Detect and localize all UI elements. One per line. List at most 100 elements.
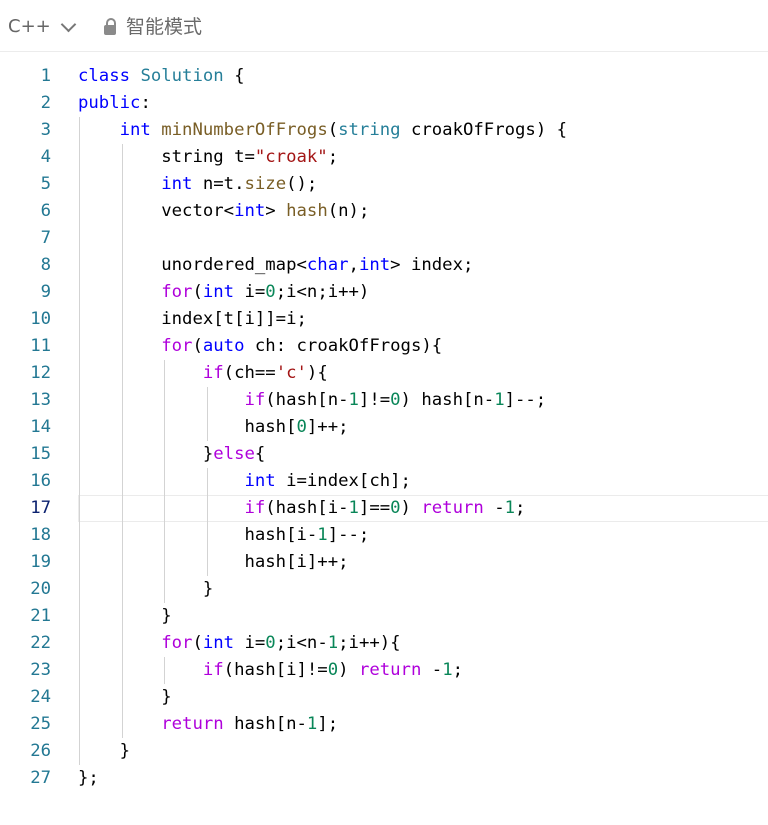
- code-token: (: [327, 120, 339, 140]
- code-token: int: [244, 471, 276, 491]
- line-number: 4: [40, 147, 51, 167]
- code-token: 'c': [275, 363, 307, 383]
- code-line[interactable]: 19 hash[i]++;: [0, 549, 768, 576]
- code-line[interactable]: 18 hash[i-1]--;: [0, 522, 768, 549]
- code-token: }: [78, 687, 172, 707]
- chevron-down-icon[interactable]: [60, 16, 77, 32]
- code-token: ]--;: [504, 390, 547, 410]
- code-token: -: [483, 498, 505, 518]
- code-line[interactable]: 3 int minNumberOfFrogs(string croakOfFro…: [0, 117, 768, 144]
- code-token: int: [202, 633, 235, 653]
- code-token: i=: [234, 282, 266, 302]
- code-token: else: [213, 444, 255, 464]
- code-token: 0: [265, 633, 276, 653]
- code-line[interactable]: 2 public:: [0, 90, 768, 117]
- code-line[interactable]: 11 for(auto ch: croakOfFrogs){: [0, 333, 768, 360]
- line-number: 24: [30, 687, 51, 707]
- line-number: 3: [40, 120, 51, 140]
- code-token: hash[i]++;: [78, 552, 349, 572]
- code-token: (hash[n-: [265, 390, 349, 410]
- line-number: 9: [40, 282, 51, 302]
- code-token: for: [161, 633, 193, 653]
- code-line[interactable]: 25 return hash[n-1];: [0, 711, 768, 738]
- code-text: for(int i=0;i<n-1;i++){: [78, 630, 400, 657]
- code-token: 0: [327, 660, 339, 680]
- line-number: 21: [30, 606, 51, 626]
- code-line[interactable]: 23 if(hash[i]!=0) return -1;: [0, 657, 768, 684]
- code-line[interactable]: 15 }else{: [0, 441, 768, 468]
- code-text: int n=t.size();: [78, 171, 317, 198]
- line-number: 7: [40, 228, 51, 248]
- code-token: ,: [348, 255, 359, 275]
- code-token: }: [78, 444, 214, 464]
- code-line[interactable]: 5 int n=t.size();: [0, 171, 768, 198]
- code-line[interactable]: 8 unordered_map<char,int> index;: [0, 252, 768, 279]
- code-token: return: [161, 714, 224, 734]
- code-text: }: [78, 576, 213, 603]
- code-line[interactable]: 7: [0, 225, 768, 252]
- code-line[interactable]: 14 hash[0]++;: [0, 414, 768, 441]
- code-token: if: [202, 660, 224, 680]
- language-selector[interactable]: C++: [8, 16, 77, 38]
- line-number: 11: [30, 336, 51, 356]
- code-token: ;: [327, 147, 339, 167]
- code-line[interactable]: 26 }: [0, 738, 768, 765]
- code-token: (: [192, 282, 203, 302]
- code-token: ): [338, 660, 359, 680]
- line-number: 1: [40, 66, 51, 86]
- code-token: return: [358, 660, 422, 680]
- code-token: for: [161, 282, 193, 302]
- language-label[interactable]: C++: [8, 16, 51, 38]
- mode-label[interactable]: 智能模式: [126, 16, 202, 38]
- code-token: -: [421, 660, 443, 680]
- code-token: }: [78, 606, 172, 626]
- line-number: 23: [30, 660, 51, 680]
- code-token: for: [161, 336, 193, 356]
- code-token: (hash[i]!=: [223, 660, 328, 680]
- code-line[interactable]: 12 if(ch=='c'){: [0, 360, 768, 387]
- code-token: 1: [494, 390, 505, 410]
- code-token: index[t[i]]=i;: [78, 309, 307, 329]
- code-token: int: [202, 282, 235, 302]
- code-token: 1: [348, 390, 359, 410]
- code-line[interactable]: 27};: [0, 765, 768, 792]
- code-line[interactable]: 1 class Solution {: [0, 63, 768, 90]
- code-line[interactable]: 16 int i=index[ch];: [0, 468, 768, 495]
- code-token: vector<: [78, 201, 235, 221]
- code-text: hash[i-1]--;: [78, 522, 369, 549]
- code-token: 1: [327, 633, 339, 653]
- code-line[interactable]: 13 if(hash[n-1]!=0) hash[n-1]--;: [0, 387, 768, 414]
- code-token: ;i<n;i++): [275, 282, 370, 302]
- code-token: if: [202, 363, 224, 383]
- line-number: 19: [30, 552, 51, 572]
- code-line[interactable]: 21 }: [0, 603, 768, 630]
- code-editor[interactable]: 1 class Solution {2 public: 3 int minNumber…: [0, 63, 768, 792]
- code-text: if(ch=='c'){: [78, 360, 328, 387]
- code-line[interactable]: 10 index[t[i]]=i;: [0, 306, 768, 333]
- code-line[interactable]: 17 if(hash[i-1]==0) return -1;: [0, 495, 768, 522]
- code-line[interactable]: 6 vector<int> hash(n);: [0, 198, 768, 225]
- code-token: int: [161, 174, 193, 194]
- code-token: 1: [348, 498, 359, 518]
- code-token: (hash[i-: [265, 498, 349, 518]
- code-token: ];: [317, 714, 339, 734]
- code-line[interactable]: 4 string t="croak";: [0, 144, 768, 171]
- code-text: unordered_map<char,int> index;: [78, 252, 473, 279]
- smart-mode-toggle[interactable]: 智能模式: [104, 16, 202, 38]
- code-token: string: [338, 120, 401, 140]
- code-line[interactable]: 20 }: [0, 576, 768, 603]
- line-number: 18: [30, 525, 51, 545]
- code-line[interactable]: 24 }: [0, 684, 768, 711]
- code-line[interactable]: 9 for(int i=0;i<n;i++): [0, 279, 768, 306]
- code-token: hash[i-: [78, 525, 318, 545]
- line-number: 6: [40, 201, 51, 221]
- code-text: string t="croak";: [78, 144, 338, 171]
- code-token: size: [244, 174, 287, 194]
- code-text: hash[i]++;: [78, 549, 349, 576]
- code-line[interactable]: 22 for(int i=0;i<n-1;i++){: [0, 630, 768, 657]
